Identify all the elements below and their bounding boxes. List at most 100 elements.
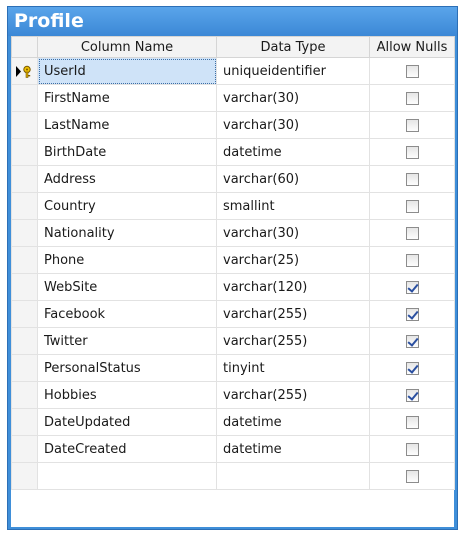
allow-nulls-checkbox[interactable] [405,226,419,240]
allow-nulls-cell [369,300,455,328]
data-type-cell[interactable]: varchar(255) [216,327,370,355]
allow-nulls-checkbox[interactable] [405,118,419,132]
table-row[interactable]: DateUpdated datetime [11,408,455,436]
column-name-cell[interactable]: Nationality [37,219,217,247]
data-type-cell[interactable]: datetime [216,138,370,166]
column-name-cell[interactable]: Address [37,165,217,193]
data-type-cell[interactable]: varchar(30) [216,219,370,247]
table-row[interactable] [11,462,455,490]
column-name-cell[interactable]: PersonalStatus [37,354,217,382]
allow-nulls-checkbox[interactable] [405,145,419,159]
allow-nulls-checkbox[interactable] [405,334,419,348]
table-row[interactable]: Twitter varchar(255) [11,327,455,355]
column-name-cell[interactable]: DateUpdated [37,408,217,436]
table-row[interactable]: LastName varchar(30) [11,111,455,139]
allow-nulls-checkbox[interactable] [405,199,419,213]
table-row[interactable]: Phone varchar(25) [11,246,455,274]
table-row[interactable]: FirstName varchar(30) [11,84,455,112]
data-type-cell[interactable]: varchar(255) [216,381,370,409]
allow-nulls-cell [369,273,455,301]
column-name-header[interactable]: Column Name [37,36,217,58]
data-type-cell[interactable]: varchar(25) [216,246,370,274]
data-type-cell[interactable]: varchar(255) [216,300,370,328]
row-selector[interactable] [11,138,38,166]
row-selector[interactable] [11,435,38,463]
row-selector[interactable] [11,57,38,85]
column-name-cell[interactable]: UserId [37,57,217,85]
title-bar: Profile [8,7,457,36]
data-type-cell[interactable]: datetime [216,408,370,436]
column-name-cell[interactable]: Facebook [37,300,217,328]
allow-nulls-cell [369,84,455,112]
row-selector[interactable] [11,246,38,274]
column-name-cell[interactable] [37,462,217,490]
column-name-cell[interactable]: Phone [37,246,217,274]
allow-nulls-checkbox[interactable] [405,442,419,456]
row-selector[interactable] [11,354,38,382]
row-selector[interactable] [11,381,38,409]
row-selector[interactable] [11,165,38,193]
row-selector[interactable] [11,111,38,139]
row-selector[interactable] [11,192,38,220]
table-row[interactable]: PersonalStatus tinyint [11,354,455,382]
columns-table: Column Name Data Type Allow Nulls UserId… [11,36,455,490]
allow-nulls-cell [369,462,455,490]
data-type-cell[interactable]: tinyint [216,354,370,382]
column-grid: Column Name Data Type Allow Nulls UserId… [11,36,455,527]
table-row[interactable]: BirthDate datetime [11,138,455,166]
column-name-cell[interactable]: FirstName [37,84,217,112]
allow-nulls-checkbox[interactable] [405,469,419,483]
allow-nulls-checkbox[interactable] [405,253,419,267]
row-selector[interactable] [11,84,38,112]
data-type-cell[interactable]: varchar(30) [216,111,370,139]
allow-nulls-checkbox[interactable] [405,361,419,375]
allow-nulls-cell [369,246,455,274]
table-row[interactable]: Hobbies varchar(255) [11,381,455,409]
allow-nulls-checkbox[interactable] [405,172,419,186]
data-type-header[interactable]: Data Type [216,36,370,58]
header-row: Column Name Data Type Allow Nulls [11,36,455,58]
allow-nulls-checkbox[interactable] [405,91,419,105]
table-row[interactable]: Country smallint [11,192,455,220]
data-type-cell[interactable]: varchar(60) [216,165,370,193]
allow-nulls-checkbox[interactable] [405,388,419,402]
column-name-cell[interactable]: WebSite [37,273,217,301]
column-name-cell[interactable]: DateCreated [37,435,217,463]
row-selector[interactable] [11,408,38,436]
data-type-cell[interactable] [216,462,370,490]
column-name-cell[interactable]: Country [37,192,217,220]
allow-nulls-cell [369,192,455,220]
allow-nulls-cell [369,111,455,139]
allow-nulls-cell [369,354,455,382]
allow-nulls-cell [369,327,455,355]
table-row[interactable]: DateCreated datetime [11,435,455,463]
table-row[interactable]: Address varchar(60) [11,165,455,193]
column-name-cell[interactable]: LastName [37,111,217,139]
data-type-cell[interactable]: varchar(120) [216,273,370,301]
row-selector-header [11,36,38,58]
table-row[interactable]: WebSite varchar(120) [11,273,455,301]
table-row[interactable]: Facebook varchar(255) [11,300,455,328]
data-type-cell[interactable]: smallint [216,192,370,220]
allow-nulls-cell [369,219,455,247]
allow-nulls-header[interactable]: Allow Nulls [369,36,455,58]
table-row[interactable]: UserId uniqueidentifier [11,57,455,85]
row-selector[interactable] [11,219,38,247]
data-type-cell[interactable]: varchar(30) [216,84,370,112]
table-row[interactable]: Nationality varchar(30) [11,219,455,247]
allow-nulls-checkbox[interactable] [405,64,419,78]
allow-nulls-checkbox[interactable] [405,307,419,321]
column-name-cell[interactable]: Hobbies [37,381,217,409]
table-designer-window: Profile Column Name Data Type Allow Null… [7,6,458,530]
row-selector[interactable] [11,300,38,328]
row-selector[interactable] [11,462,38,490]
row-selector[interactable] [11,273,38,301]
data-type-cell[interactable]: uniqueidentifier [216,57,370,85]
data-type-cell[interactable]: datetime [216,435,370,463]
column-name-cell[interactable]: BirthDate [37,138,217,166]
allow-nulls-cell [369,408,455,436]
row-selector[interactable] [11,327,38,355]
allow-nulls-checkbox[interactable] [405,415,419,429]
allow-nulls-checkbox[interactable] [405,280,419,294]
column-name-cell[interactable]: Twitter [37,327,217,355]
